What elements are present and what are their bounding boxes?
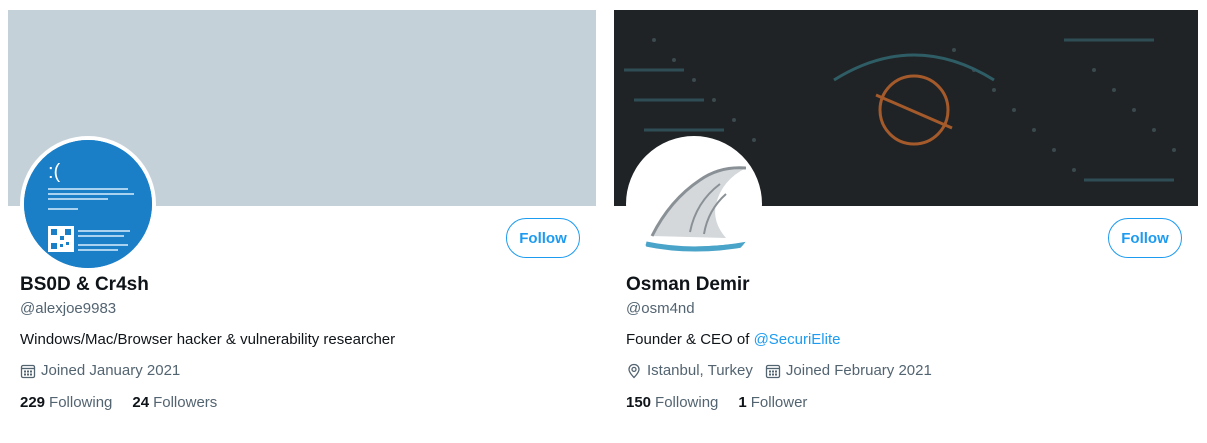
avatar[interactable] (626, 136, 762, 272)
profile-meta: Joined January 2021 (20, 362, 192, 379)
followers-count: 1 (738, 394, 747, 411)
profile-card-2: Follow Osman Demir @osm4nd Founder & CEO… (614, 10, 1198, 430)
display-name: BS0D & Cr4sh (20, 274, 149, 295)
location-label: Istanbul, Turkey (647, 362, 753, 379)
joined-date: Joined January 2021 (20, 362, 180, 379)
calendar-icon (765, 364, 781, 378)
profile-stats: 229 Following 24 Followers (20, 394, 237, 411)
followers-link[interactable]: 24 Followers (132, 394, 217, 411)
joined-label: Joined February 2021 (785, 362, 932, 379)
location: Istanbul, Turkey (626, 362, 753, 379)
following-count: 150 (626, 394, 652, 411)
following-link[interactable]: 229 Following (20, 394, 112, 411)
followers-link[interactable]: 1 Follower (738, 394, 807, 411)
profile-card-1: :( Follow BS0D & Cr4sh @alexjoe9983 Wind… (8, 10, 596, 430)
followers-count: 24 (132, 394, 150, 411)
bsod-screen-avatar-icon: :( (24, 140, 152, 268)
following-count: 229 (20, 394, 46, 411)
shark-fin-icon (630, 140, 758, 268)
bio-mention-link[interactable]: @SecuriElite (754, 331, 841, 348)
bio: Founder & CEO of @SecuriElite (626, 331, 841, 348)
joined-date: Joined February 2021 (765, 362, 932, 379)
location-pin-icon (628, 363, 640, 378)
profile-meta: Istanbul, Turkey Joined February 2021 (626, 362, 944, 379)
bio-text: Founder & CEO of (626, 331, 754, 348)
avatar[interactable]: :( (20, 136, 156, 272)
followers-label: Followers (153, 394, 218, 411)
avatar-sad-face: :( (48, 161, 61, 183)
display-name: Osman Demir (626, 274, 750, 295)
following-label: Following (49, 394, 113, 411)
follow-button[interactable]: Follow (1108, 218, 1182, 258)
following-label: Following (655, 394, 719, 411)
follow-button[interactable]: Follow (506, 218, 580, 258)
bio: Windows/Mac/Browser hacker & vulnerabili… (20, 331, 396, 348)
user-handle: @osm4nd (626, 300, 695, 317)
profile-stats: 150 Following 1 Follower (626, 394, 827, 411)
followers-label: Follower (750, 394, 808, 411)
joined-label: Joined January 2021 (41, 362, 181, 379)
following-link[interactable]: 150 Following (626, 394, 718, 411)
user-handle: @alexjoe9983 (20, 300, 117, 317)
calendar-icon (20, 364, 36, 378)
